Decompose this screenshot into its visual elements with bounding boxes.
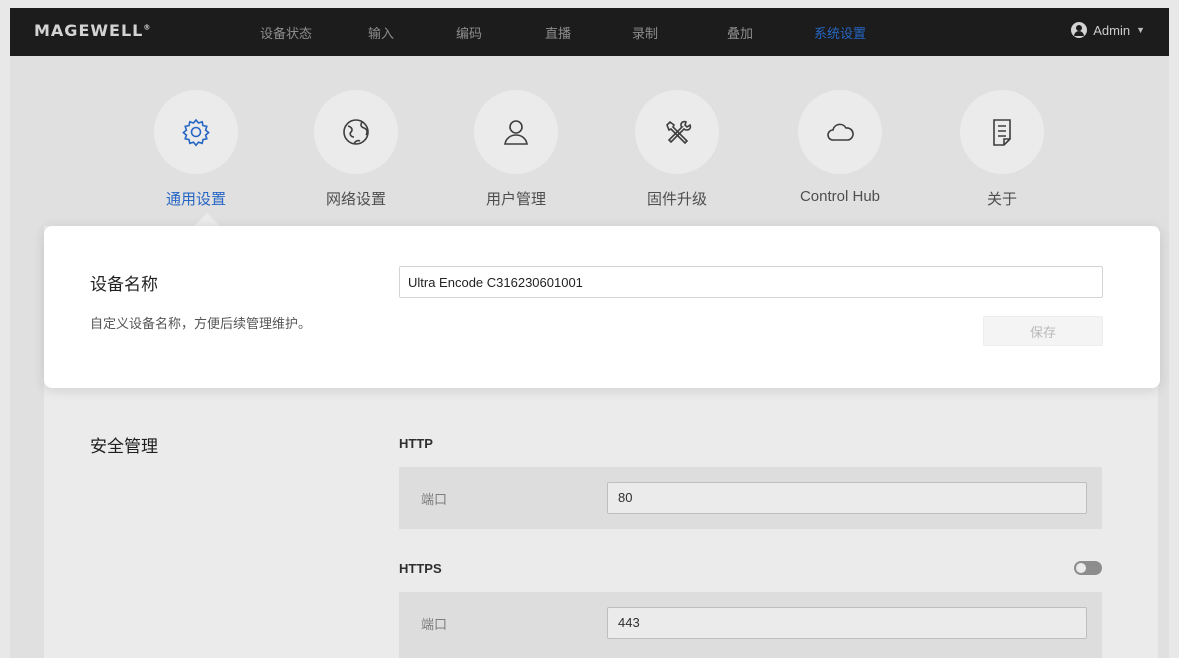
tile-about[interactable]: 关于	[932, 90, 1072, 209]
http-port-row: 端口 80	[399, 467, 1102, 529]
https-port-input[interactable]: 443	[607, 607, 1087, 639]
user-menu[interactable]: Admin ▼	[1071, 22, 1145, 38]
tile-label: 通用设置	[165, 191, 226, 208]
cloud-icon	[798, 90, 882, 174]
device-name-description: 自定义设备名称，方便后续管理维护。	[90, 316, 312, 331]
tile-label: 关于	[986, 191, 1017, 208]
https-port-row: 端口 443	[399, 592, 1102, 658]
tile-network-settings[interactable]: 网络设置	[286, 90, 426, 209]
tile-label: 网络设置	[325, 191, 386, 208]
magewell-logo: MAGEWELL®	[34, 21, 152, 40]
tools-icon	[635, 90, 719, 174]
user-name: Admin	[1093, 22, 1131, 38]
globe-icon	[314, 90, 398, 174]
device-name-input[interactable]	[399, 266, 1103, 298]
security-title: 安全管理	[90, 437, 158, 456]
device-name-card: 设备名称 自定义设备名称，方便后续管理维护。 保存	[44, 226, 1160, 388]
tile-label: Control Hub	[799, 188, 881, 205]
active-tile-pointer	[193, 213, 221, 227]
https-port-label: 端口	[421, 617, 448, 632]
tile-control-hub[interactable]: Control Hub	[770, 90, 910, 205]
device-name-title: 设备名称	[90, 275, 158, 294]
document-icon	[960, 90, 1044, 174]
https-toggle[interactable]	[1074, 561, 1102, 575]
nav-overlay[interactable]: 叠加	[727, 23, 753, 42]
nav-encode[interactable]: 编码	[456, 23, 482, 42]
save-button[interactable]: 保存	[983, 316, 1103, 346]
http-port-input[interactable]: 80	[607, 482, 1087, 514]
tile-user-management[interactable]: 用户管理	[446, 90, 586, 209]
http-port-label: 端口	[421, 492, 448, 507]
settings-categories: 通用设置 网络设置 用户管理 固件升级 Control Hub 关于	[10, 90, 1169, 220]
tile-label: 用户管理	[485, 191, 546, 208]
app-window: MAGEWELL® 设备状态 输入 编码 直播 录制 叠加 系统设置 Admin…	[10, 8, 1169, 658]
chevron-down-icon: ▼	[1136, 25, 1145, 35]
tile-label: 固件升级	[646, 191, 707, 208]
nav-record[interactable]: 录制	[632, 23, 658, 42]
nav-input[interactable]: 输入	[368, 23, 394, 42]
nav-device-status[interactable]: 设备状态	[260, 23, 312, 42]
https-label: HTTPS	[399, 561, 442, 576]
http-label: HTTP	[399, 436, 433, 451]
tile-firmware-upgrade[interactable]: 固件升级	[607, 90, 747, 209]
user-icon	[474, 90, 558, 174]
user-avatar-icon	[1071, 22, 1088, 38]
nav-live[interactable]: 直播	[545, 23, 571, 42]
gear-icon	[154, 90, 238, 174]
top-navigation-bar: MAGEWELL® 设备状态 输入 编码 直播 录制 叠加 系统设置 Admin…	[10, 8, 1169, 56]
tile-general-settings[interactable]: 通用设置	[126, 90, 266, 209]
nav-system-settings[interactable]: 系统设置	[814, 23, 866, 42]
